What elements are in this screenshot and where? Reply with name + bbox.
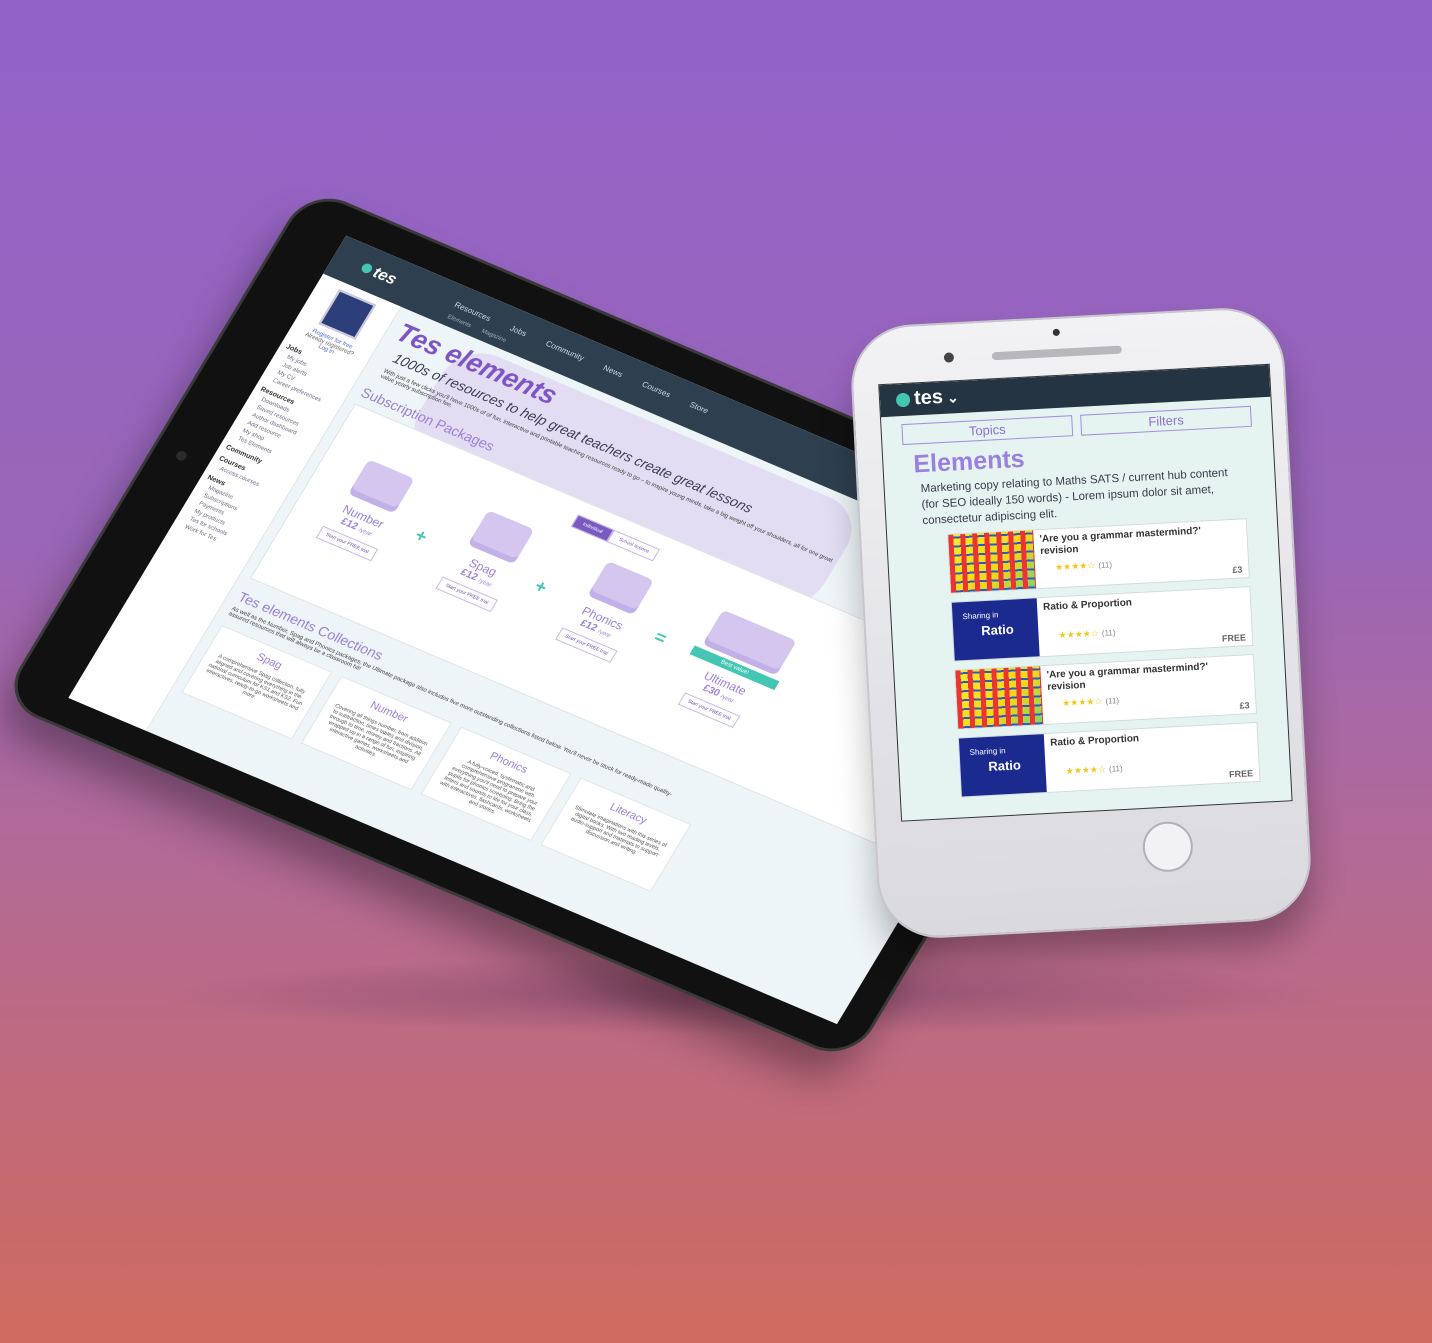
rating-count: (11)	[1101, 628, 1116, 639]
package-ultimate: Best value! Ultimate £30 /year Start you…	[655, 604, 811, 738]
star-icon: ★★★★☆	[1061, 696, 1103, 709]
resource-list: 'Are you a grammar mastermind?' revision…	[887, 517, 1290, 801]
nav-item[interactable]: Community	[544, 339, 586, 363]
resource-title[interactable]: 'Are you a grammar mastermind?' revision	[1039, 524, 1241, 558]
package-spag: Spag £12 /year Start your FREE trial	[422, 502, 553, 618]
resource-thumbnail[interactable]	[955, 666, 1044, 729]
subnav-item[interactable]: Magazine	[480, 329, 507, 344]
star-rating: ★★★★☆ (11)	[1062, 695, 1119, 709]
package-phonics: Phonics £12 /year Start your FREE trial	[541, 553, 672, 669]
star-rating: ★★★★☆ (11)	[1055, 560, 1112, 574]
toggle-school-licence[interactable]: School licence	[606, 529, 661, 562]
resource-card[interactable]: Sharing in Ratio Ratio & Proportion ★★★★☆ (1…	[950, 586, 1254, 662]
resource-card-body: Ratio & Proportion ★★★★☆ (11) FREE	[1037, 587, 1253, 656]
resource-title[interactable]: 'Are you a grammar mastermind?' revision	[1046, 660, 1248, 694]
chevron-down-icon[interactable]: ⌄	[947, 389, 960, 406]
resource-card[interactable]: 'Are you a grammar mastermind?' revision…	[954, 654, 1258, 730]
resource-thumbnail[interactable]: Sharing in Ratio	[951, 598, 1040, 661]
home-button[interactable]	[1141, 820, 1195, 874]
topics-button[interactable]: Topics	[901, 415, 1074, 446]
collection-text: A fully-voiced, systematic and comprehen…	[438, 759, 539, 824]
nav-item[interactable]: Courses	[640, 380, 672, 399]
thumbnail-caption: Sharing in	[969, 746, 1006, 758]
tablet-camera	[174, 449, 189, 463]
rating-count: (11)	[1108, 764, 1123, 775]
star-rating: ★★★★☆ (11)	[1058, 627, 1115, 641]
puzzle-icon	[467, 510, 535, 565]
tes-logo-icon	[895, 392, 911, 408]
nav-item[interactable]: Store	[688, 400, 710, 415]
resource-price: £3	[1239, 700, 1250, 712]
resource-title[interactable]: Ratio & Proportion	[1050, 728, 1251, 751]
tes-logo[interactable]: tes	[357, 259, 400, 289]
resource-price: FREE	[1228, 768, 1254, 780]
nav-item[interactable]: Jobs	[508, 324, 528, 338]
resource-thumbnail[interactable]: Sharing in Ratio	[958, 734, 1047, 797]
phone-speaker	[991, 345, 1122, 361]
resource-title[interactable]: Ratio & Proportion	[1043, 592, 1244, 615]
resource-card[interactable]: Sharing in Ratio Ratio & Proportion ★★★★☆ (1…	[957, 722, 1261, 798]
resource-price: FREE	[1221, 632, 1247, 644]
subnav-item[interactable]: Elements	[446, 314, 472, 329]
tes-logo[interactable]: tes	[913, 386, 943, 409]
package-number: Number £12 /year Start your FREE trial	[302, 451, 433, 567]
avatar	[318, 289, 377, 340]
star-rating: ★★★★☆ (11)	[1065, 763, 1122, 777]
plus-icon: +	[411, 525, 432, 547]
resource-card-body: 'Are you a grammar mastermind?' revision…	[1040, 655, 1256, 724]
rating-count: (11)	[1098, 560, 1113, 571]
phone-device: tes ⌄ Topics Filters Elements Marketing c…	[850, 307, 1312, 939]
resource-card-body: 'Are you a grammar mastermind?' revision…	[1033, 520, 1249, 589]
thumbnail-title: Ratio	[988, 757, 1022, 775]
equals-icon: =	[650, 626, 671, 649]
star-icon: ★★★★☆	[1054, 560, 1096, 573]
nav-item[interactable]: News	[601, 363, 624, 379]
star-icon: ★★★★☆	[1058, 628, 1100, 641]
puzzle-icon	[587, 560, 655, 616]
phone-screen: tes ⌄ Topics Filters Elements Marketing c…	[878, 363, 1293, 822]
thumbnail-title: Ratio	[980, 621, 1015, 639]
plus-icon: +	[530, 575, 551, 598]
filters-button[interactable]: Filters	[1080, 405, 1252, 436]
phone-front-camera	[943, 352, 955, 363]
rating-count: (11)	[1105, 696, 1120, 707]
resource-card[interactable]: 'Are you a grammar mastermind?' revision…	[947, 518, 1250, 595]
thumbnail-caption: Sharing in	[962, 610, 999, 622]
phone-sensor	[1052, 328, 1060, 337]
resource-price: £3	[1232, 564, 1243, 576]
resource-thumbnail[interactable]	[948, 530, 1037, 594]
resource-card-body: Ratio & Proportion ★★★★☆ (11) FREE	[1044, 723, 1260, 792]
toggle-individual[interactable]: Individual	[570, 514, 615, 542]
collection-text: Covering all things number, from additio…	[327, 703, 429, 766]
puzzle-icon	[347, 459, 415, 514]
star-icon: ★★★★☆	[1065, 764, 1107, 777]
